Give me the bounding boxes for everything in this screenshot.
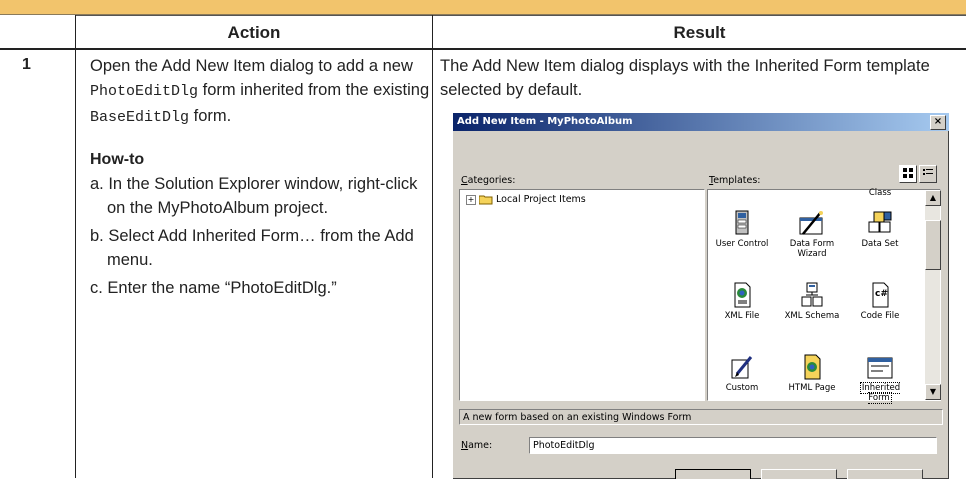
template-item-data-set[interactable]: Data Set — [848, 210, 912, 249]
column-header-result: Result — [673, 23, 726, 42]
action-text-2: form inherited from the existing — [198, 81, 430, 99]
user-control-icon — [729, 210, 755, 236]
howto-step: a. In the Solution Explorer window, righ… — [90, 175, 418, 217]
template-item-data-form-wizard[interactable]: Data Form Wizard — [780, 210, 844, 259]
name-label: Name: — [461, 440, 492, 451]
xml-schema-icon — [799, 282, 825, 308]
template-item-code-file[interactable]: c# Code File — [848, 282, 912, 321]
template-item-html-page[interactable]: HTML Page — [780, 354, 844, 393]
templates-label: Templates: — [709, 175, 761, 186]
categories-label-text: ategories: — [467, 175, 516, 186]
result-description: The Add New Item dialog displays with th… — [440, 57, 930, 99]
table-divider-middle — [432, 15, 433, 478]
header-band — [0, 0, 966, 15]
template-label: Data Form Wizard — [789, 239, 835, 259]
templates-label-text: emplates: — [713, 175, 761, 186]
table-divider-left — [75, 15, 76, 478]
categories-label-accel: C — [461, 175, 468, 186]
folder-icon — [479, 195, 493, 205]
templates-list[interactable]: Class User Control Data Form Wizard Data… — [707, 188, 941, 404]
template-description: A new form based on an existing Windows … — [459, 409, 943, 425]
template-item-custom[interactable]: Custom — [710, 354, 774, 393]
inherited-form-icon — [867, 354, 893, 380]
large-icons-icon — [903, 168, 913, 178]
dialog-title: Add New Item - MyPhotoAlbum — [457, 116, 633, 127]
categories-tree[interactable]: + Local Project Items — [459, 189, 705, 401]
close-button[interactable]: × — [930, 115, 946, 130]
template-label: Inherited Form — [859, 382, 901, 404]
code-file-icon: c# — [867, 282, 893, 308]
template-label: XML Schema — [784, 311, 840, 321]
template-item-xml-schema[interactable]: XML Schema — [780, 282, 844, 321]
large-icons-view-button[interactable] — [899, 165, 917, 183]
cancel-button[interactable] — [761, 469, 837, 479]
scrollbar-thumb[interactable] — [925, 220, 941, 270]
howto-step: b. Select Add Inherited Form… from the A… — [90, 227, 414, 269]
table-rule-header — [0, 48, 966, 50]
custom-icon — [729, 354, 755, 380]
list-view-icon — [923, 169, 933, 175]
action-cell: Open the Add New Item dialog to add a ne… — [90, 54, 430, 300]
template-item-class[interactable]: Class — [848, 188, 912, 198]
add-new-item-dialog: Add New Item - MyPhotoAlbum × Categories… — [452, 112, 950, 480]
template-label: XML File — [724, 311, 760, 321]
step-number: 1 — [22, 56, 31, 73]
html-page-icon — [799, 354, 825, 380]
dialog-titlebar: Add New Item - MyPhotoAlbum × — [453, 113, 949, 131]
scroll-up-arrow-icon[interactable]: ▲ — [925, 190, 941, 206]
tree-node-local-project-items[interactable]: + Local Project Items — [466, 194, 586, 205]
template-label: Class — [868, 188, 892, 198]
table-rule-top — [75, 15, 966, 16]
template-item-inherited-form[interactable]: Inherited Form — [848, 354, 912, 404]
xml-file-icon — [729, 282, 755, 308]
howto-step: c. Enter the name “PhotoEditDlg.” — [90, 279, 337, 297]
code-file-glyph: c# — [875, 289, 888, 299]
name-input[interactable]: PhotoEditDlg — [529, 437, 937, 454]
template-item-user-control[interactable]: User Control — [710, 210, 774, 249]
template-label: Data Set — [861, 239, 899, 249]
data-set-icon — [867, 210, 893, 236]
howto-title: How-to — [90, 151, 145, 168]
templates-scrollbar[interactable]: ▲ ▼ — [925, 190, 941, 400]
action-description: Open the Add New Item dialog to add a ne… — [90, 54, 430, 130]
name-label-text: ame: — [468, 440, 493, 451]
tree-expander-plus-icon[interactable]: + — [466, 194, 476, 205]
categories-label: Categories: — [461, 175, 515, 186]
template-label: User Control — [715, 239, 769, 249]
action-code-base-form: BaseEditDlg — [90, 109, 190, 126]
open-button[interactable] — [675, 469, 751, 479]
tree-node-label: Local Project Items — [496, 194, 586, 205]
template-label: HTML Page — [788, 383, 836, 393]
list-view-button[interactable] — [919, 165, 937, 183]
data-form-wizard-icon — [799, 210, 825, 236]
howto-steps: a. In the Solution Explorer window, righ… — [90, 172, 430, 300]
action-text-3: form. — [189, 107, 232, 125]
template-label: Custom — [725, 383, 759, 393]
action-text-1: Open the Add New Item dialog to add a ne… — [90, 57, 413, 75]
action-code-form-name: PhotoEditDlg — [90, 83, 199, 100]
scroll-down-arrow-icon[interactable]: ▼ — [925, 384, 941, 400]
template-item-xml-file[interactable]: XML File — [710, 282, 774, 321]
template-label: Code File — [860, 311, 900, 321]
column-header-action: Action — [227, 23, 281, 42]
help-button[interactable] — [847, 469, 923, 479]
